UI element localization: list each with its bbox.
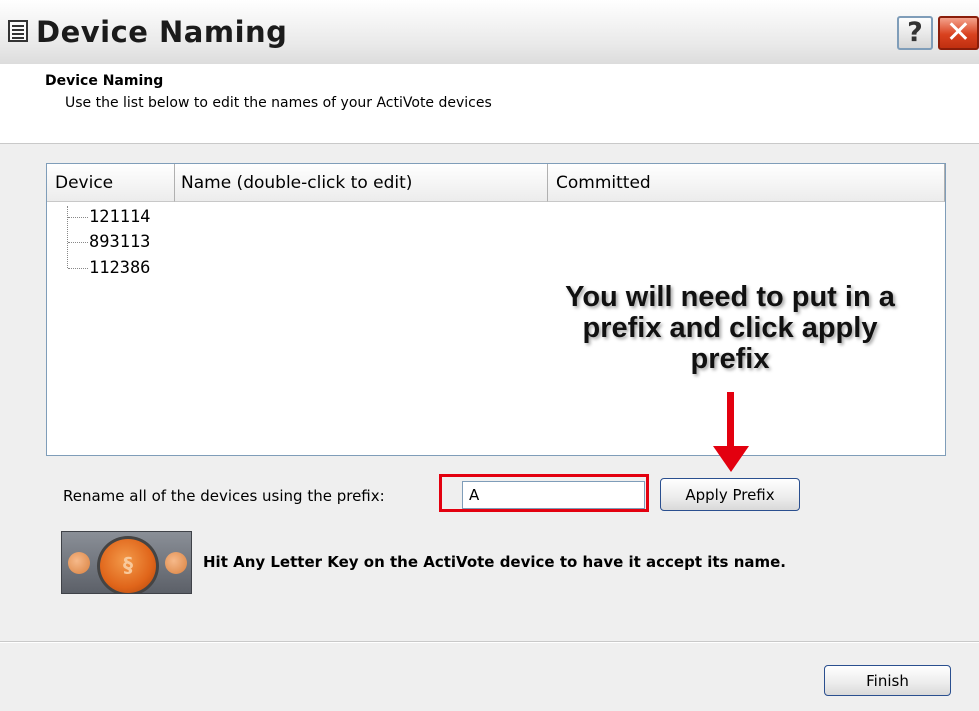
page-title: Device Naming — [45, 73, 164, 89]
device-id: 112386 — [89, 258, 151, 278]
prefix-label: Rename all of the devices using the pref… — [63, 487, 385, 505]
arrow-head-icon — [713, 446, 749, 472]
page-header: Device Naming Use the list below to edit… — [0, 64, 979, 144]
instruction-annotation: You will need to put in a prefix and cli… — [565, 281, 895, 375]
tree-connector — [67, 206, 68, 268]
tree-connector — [68, 217, 88, 218]
highlight-box — [439, 474, 649, 512]
device-button: § — [97, 536, 159, 593]
arrow-icon — [727, 392, 734, 450]
device-id: 893113 — [89, 232, 151, 252]
tree-connector — [68, 268, 88, 269]
finish-button[interactable]: Finish — [824, 665, 951, 696]
device-id: 121114 — [89, 207, 151, 227]
page-subtitle: Use the list below to edit the names of … — [65, 95, 492, 111]
column-header-name[interactable]: Name (double-click to edit) — [175, 164, 548, 202]
tree-connector — [68, 242, 88, 243]
column-header-device[interactable]: Device — [47, 164, 175, 202]
activote-device-image: § — [61, 531, 192, 594]
hint-text: Hit Any Letter Key on the ActiVote devic… — [203, 553, 786, 571]
title-bar: Device Naming ? ✕ — [0, 0, 979, 65]
divider — [0, 641, 979, 643]
document-icon — [8, 20, 28, 42]
window-title: Device Naming — [36, 15, 288, 49]
column-header-committed[interactable]: Committed — [548, 164, 945, 202]
help-button[interactable]: ? — [897, 16, 933, 50]
close-button[interactable]: ✕ — [938, 16, 979, 50]
apply-prefix-button[interactable]: Apply Prefix — [660, 478, 800, 511]
